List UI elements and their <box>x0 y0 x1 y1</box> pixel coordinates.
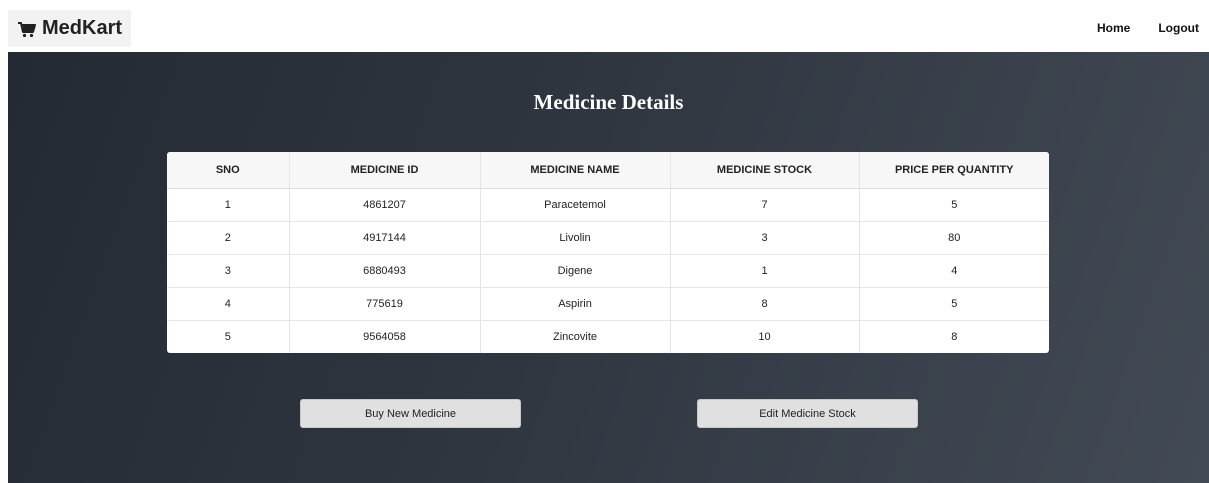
nav-links: Home Logout <box>1097 21 1199 35</box>
cell-medicine-id: 9564058 <box>289 320 481 353</box>
shopping-cart-icon <box>18 21 36 37</box>
buy-new-medicine-button[interactable]: Buy New Medicine <box>300 399 521 428</box>
cell-price: 5 <box>859 287 1049 321</box>
cell-medicine-stock: 7 <box>670 188 860 222</box>
cell-medicine-name: Paracetemol <box>480 188 671 222</box>
edit-medicine-stock-button[interactable]: Edit Medicine Stock <box>697 399 918 428</box>
cell-medicine-id: 4917144 <box>289 221 481 255</box>
cell-price: 5 <box>859 188 1049 222</box>
navbar: MedKart Home Logout <box>0 0 1209 52</box>
header-medicine-id: MEDICINE ID <box>289 152 481 189</box>
cell-medicine-name: Zincovite <box>480 320 671 353</box>
cell-medicine-name: Aspirin <box>480 287 671 321</box>
medicine-table: SNO MEDICINE ID MEDICINE NAME MEDICINE S… <box>167 152 1049 353</box>
cell-price: 4 <box>859 254 1049 288</box>
table-header-row: SNO MEDICINE ID MEDICINE NAME MEDICINE S… <box>167 152 1049 189</box>
table-row: 3 6880493 Digene 1 4 <box>167 254 1049 288</box>
table-row: 2 4917144 Livolin 3 80 <box>167 221 1049 255</box>
cell-medicine-stock: 1 <box>670 254 860 288</box>
cell-medicine-name: Digene <box>480 254 671 288</box>
cell-sno: 5 <box>167 320 290 353</box>
brand-name: MedKart <box>42 17 123 39</box>
table-row: 4 775619 Aspirin 8 5 <box>167 287 1049 321</box>
brand-link[interactable]: MedKart <box>8 10 131 47</box>
cell-medicine-stock: 3 <box>670 221 860 255</box>
header-sno: SNO <box>167 152 290 189</box>
cell-sno: 2 <box>167 221 290 255</box>
nav-logout-link[interactable]: Logout <box>1158 21 1199 35</box>
cell-medicine-id: 775619 <box>289 287 481 321</box>
cell-medicine-id: 6880493 <box>289 254 481 288</box>
cell-sno: 1 <box>167 188 290 222</box>
cell-medicine-id: 4861207 <box>289 188 481 222</box>
main-section: Medicine Details SNO MEDICINE ID MEDICIN… <box>8 52 1209 483</box>
page-title: Medicine Details <box>533 90 684 114</box>
nav-home-link[interactable]: Home <box>1097 21 1130 35</box>
cell-medicine-stock: 8 <box>670 287 860 321</box>
header-medicine-name: MEDICINE NAME <box>480 152 671 189</box>
cell-sno: 4 <box>167 287 290 321</box>
cell-sno: 3 <box>167 254 290 288</box>
header-price-per-quantity: PRICE PER QUANTITY <box>859 152 1049 189</box>
cell-price: 8 <box>951 331 958 343</box>
header-medicine-stock: MEDICINE STOCK <box>670 152 860 189</box>
table-row: 5 9564058 Zincovite 10 8 <box>167 320 1049 353</box>
cell-price: 80 <box>859 221 1049 255</box>
cell-medicine-name: Livolin <box>480 221 671 255</box>
medicine-table-container: SNO MEDICINE ID MEDICINE NAME MEDICINE S… <box>167 152 1049 353</box>
cell-medicine-stock: 10 <box>670 320 860 353</box>
table-row: 1 4861207 Paracetemol 7 5 <box>167 188 1049 222</box>
